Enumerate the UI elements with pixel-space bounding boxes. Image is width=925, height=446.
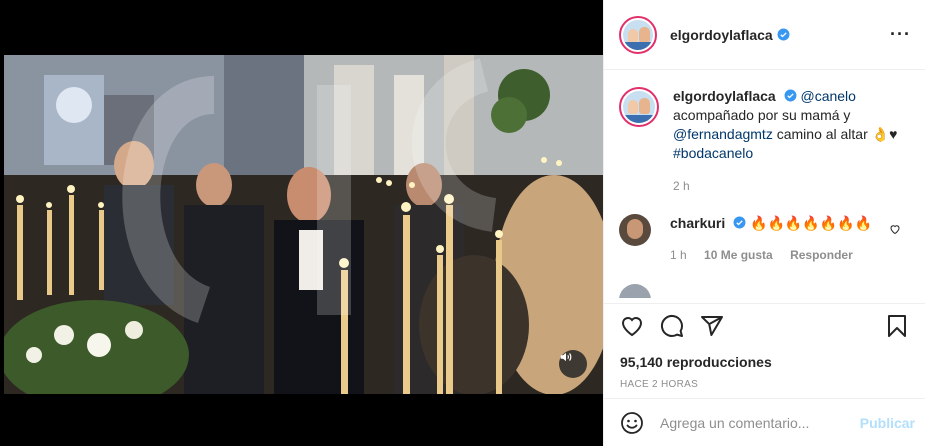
video-frame-image [4, 55, 603, 394]
save-button[interactable] [885, 314, 909, 338]
commenter-username[interactable]: charkuri [670, 215, 725, 231]
commenter-avatar [619, 284, 651, 298]
comment-button[interactable] [660, 314, 684, 338]
verified-badge-icon [777, 28, 790, 41]
verified-badge-icon [784, 89, 797, 102]
post-side-panel: elgordoylaflaca ··· elgordoylaflaca @can… [603, 0, 925, 446]
reply-button[interactable]: Responder [790, 248, 853, 262]
caption-time: 2 h [673, 179, 690, 193]
post-actions: 95,140 reproducciones HACE 2 HORAS [604, 303, 925, 390]
share-button[interactable] [700, 314, 724, 338]
emoji-button[interactable] [620, 411, 644, 435]
view-count[interactable]: 95,140 reproducciones [620, 354, 909, 370]
post-caption: elgordoylaflaca @canelo acompañado por s… [619, 87, 909, 196]
caption-username[interactable]: elgordoylaflaca [673, 88, 776, 104]
comment-time: 1 h [670, 248, 687, 262]
comment-likes-link[interactable]: 10 Me gusta [704, 248, 773, 262]
commenter-avatar[interactable] [619, 214, 651, 246]
like-button[interactable] [620, 314, 644, 338]
caption-text-1: acompañado por su mamá y [673, 107, 851, 123]
comment-item: charkuri 🔥🔥🔥🔥🔥🔥🔥 1 h 10 Me gusta Respond… [619, 214, 909, 264]
speaker-icon [560, 352, 572, 362]
comment-composer: Publicar [604, 398, 925, 446]
bookmark-icon [888, 315, 906, 337]
post-timestamp[interactable]: HACE 2 HORAS [620, 379, 909, 390]
publish-button[interactable]: Publicar [860, 415, 915, 431]
author-avatar[interactable] [619, 15, 657, 54]
comment-text: 🔥🔥🔥🔥🔥🔥🔥 [750, 215, 873, 231]
emoji-smiley-icon [621, 411, 643, 434]
author-username[interactable]: elgordoylaflaca [670, 27, 773, 43]
mute-toggle-button[interactable] [559, 350, 587, 378]
comment-bubble-icon [660, 314, 683, 337]
like-comment-heart-icon[interactable] [889, 223, 901, 235]
caption-text-2: camino al altar 👌♥ [776, 126, 898, 142]
mention-canelo[interactable]: @canelo [800, 88, 855, 104]
caption-avatar[interactable] [619, 87, 659, 127]
more-options-button[interactable]: ··· [890, 24, 911, 45]
heart-icon [621, 317, 643, 337]
mention-fernandagmtz[interactable]: @fernandagmtz [673, 126, 773, 142]
hashtag-bodacanelo[interactable]: #bodacanelo [673, 145, 753, 161]
comments-list[interactable]: elgordoylaflaca @canelo acompañado por s… [604, 71, 925, 303]
paper-plane-icon [701, 316, 723, 336]
video-player[interactable] [4, 55, 603, 394]
comment-input[interactable] [660, 414, 860, 431]
video-panel [0, 0, 603, 446]
verified-badge-icon [733, 216, 746, 229]
post-header: elgordoylaflaca ··· [604, 0, 925, 70]
next-comment-partial [619, 284, 909, 298]
